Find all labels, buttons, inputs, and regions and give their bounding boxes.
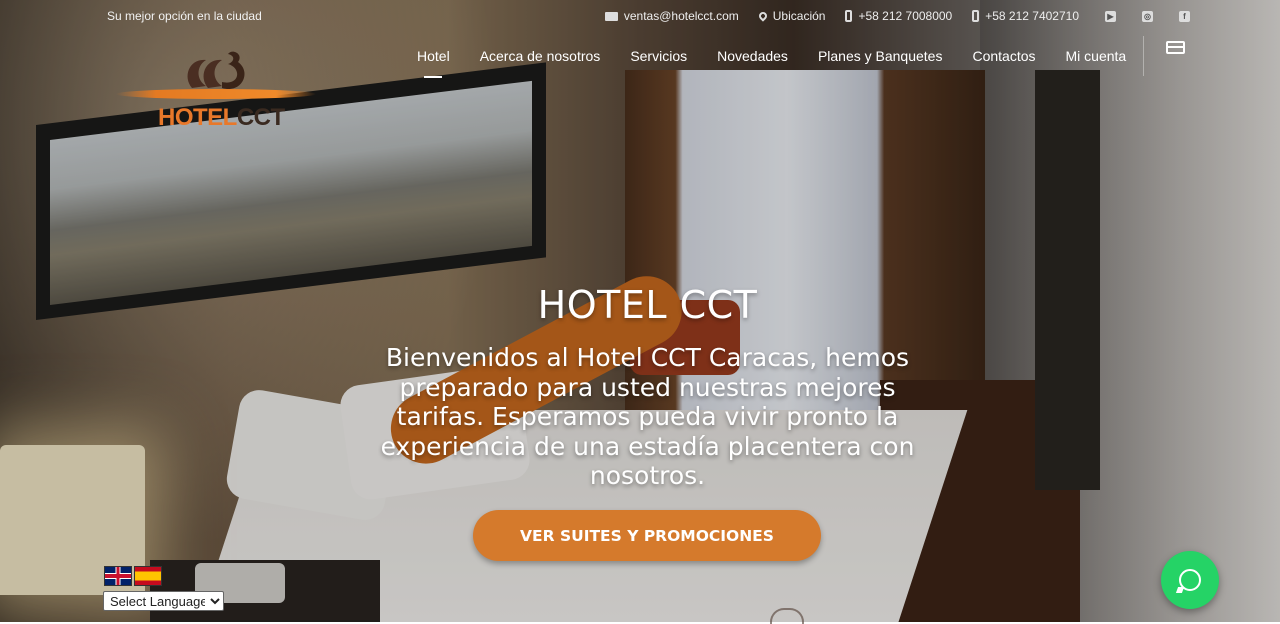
location-link[interactable]: Ubicación bbox=[757, 9, 826, 23]
nav-item-contactos[interactable]: Contactos bbox=[957, 48, 1050, 64]
spain-flag-icon[interactable] bbox=[134, 566, 162, 586]
youtube-icon[interactable]: ▶ bbox=[1105, 10, 1116, 22]
phone-text-2: +58 212 7402710 bbox=[985, 9, 1079, 23]
envelope-icon bbox=[604, 11, 618, 21]
top-contact-bar: Su mejor opción en la ciudad ventas@hote… bbox=[0, 0, 1280, 34]
hero-title: HOTEL CCT bbox=[537, 283, 758, 327]
main-navigation: Hotel Acerca de nosotros Servicios Noved… bbox=[402, 48, 1141, 64]
tagline: Su mejor opción en la ciudad bbox=[107, 9, 262, 23]
instagram-icon[interactable]: ◎ bbox=[1142, 10, 1153, 22]
logo-text: HOTELCCT bbox=[158, 104, 285, 132]
whatsapp-icon bbox=[1179, 569, 1201, 591]
hotel-logo[interactable]: HOTELCCT bbox=[112, 44, 322, 134]
credit-card-icon[interactable] bbox=[1166, 41, 1185, 54]
phone-icon bbox=[845, 10, 853, 22]
phone-icon bbox=[972, 10, 980, 22]
contact-list: ventas@hotelcct.com Ubicación +58 212 70… bbox=[585, 9, 1190, 23]
logo-text-hotel: HOTEL bbox=[158, 104, 237, 131]
view-suites-button[interactable]: VER SUITES Y PROMOCIONES bbox=[473, 510, 821, 561]
whatsapp-button[interactable] bbox=[1161, 551, 1219, 609]
phone-link-1[interactable]: +58 212 7008000 bbox=[845, 9, 952, 23]
hero-subtitle: Bienvenidos al Hotel CCT Caracas, hemos … bbox=[380, 343, 915, 490]
facebook-icon[interactable]: f bbox=[1179, 10, 1190, 22]
email-text: ventas@hotelcct.com bbox=[623, 9, 739, 23]
nav-item-servicios[interactable]: Servicios bbox=[615, 48, 702, 64]
phone-link-2[interactable]: +58 212 7402710 bbox=[972, 9, 1079, 23]
uk-flag-icon[interactable] bbox=[104, 566, 132, 586]
logo-swoosh bbox=[116, 89, 316, 99]
nav-item-planes[interactable]: Planes y Banquetes bbox=[803, 48, 958, 64]
map-pin-icon bbox=[757, 10, 769, 22]
nav-divider bbox=[1143, 36, 1144, 76]
logo-text-cct: CCT bbox=[236, 104, 285, 131]
nav-item-mi-cuenta[interactable]: Mi cuenta bbox=[1051, 48, 1142, 64]
nav-item-novedades[interactable]: Novedades bbox=[702, 48, 803, 64]
nav-item-acerca[interactable]: Acerca de nosotros bbox=[465, 48, 616, 64]
nav-item-hotel[interactable]: Hotel bbox=[402, 48, 465, 64]
language-select[interactable]: Select Language bbox=[103, 591, 224, 611]
location-text: Ubicación bbox=[772, 9, 826, 23]
phone-text-1: +58 212 7008000 bbox=[858, 9, 953, 23]
email-link[interactable]: ventas@hotelcct.com bbox=[604, 9, 739, 23]
